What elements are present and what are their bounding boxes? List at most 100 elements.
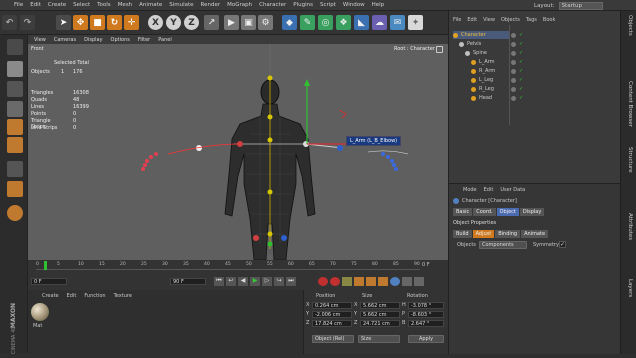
rotation-field[interactable]: 2.647 ° <box>408 320 444 327</box>
size-mode-dropdown[interactable]: Size <box>358 335 400 343</box>
menu-item-mograph[interactable]: MoGraph <box>227 2 252 8</box>
material-menu-texture[interactable]: Texture <box>114 293 132 299</box>
subtab-build[interactable]: Build <box>453 230 472 238</box>
enabled-check-icon[interactable]: ✓ <box>519 76 523 84</box>
attr-menu-user-data[interactable]: User Data <box>500 187 525 193</box>
visibility-dots-icon[interactable] <box>511 86 516 92</box>
menu-item-simulate[interactable]: Simulate <box>169 2 193 8</box>
enabled-check-icon[interactable]: ✓ <box>519 85 523 93</box>
key-rotation-icon[interactable] <box>378 277 388 286</box>
nurbs-icon[interactable]: ◎ <box>318 15 333 30</box>
prev-frame-icon[interactable]: ◀ <box>238 277 248 286</box>
menu-item-select[interactable]: Select <box>73 2 90 8</box>
size-field[interactable]: 5.662 cm <box>360 302 400 309</box>
key-param-icon[interactable] <box>390 277 400 286</box>
subtab-binding[interactable]: Binding <box>495 230 521 238</box>
model-mode-icon[interactable] <box>7 61 23 77</box>
tab-object[interactable]: Object <box>496 208 519 216</box>
enabled-check-icon[interactable]: ✓ <box>519 67 523 75</box>
tab-display[interactable]: Display <box>519 208 545 216</box>
next-key-icon[interactable]: ↪ <box>274 277 284 286</box>
menu-item-create[interactable]: Create <box>48 2 66 8</box>
sidebar-tab-structure[interactable]: Structure <box>627 147 633 173</box>
keyframe-selection-icon[interactable] <box>342 277 352 286</box>
make-editable-icon[interactable] <box>7 39 23 55</box>
undo-icon[interactable]: ↶ <box>2 15 17 30</box>
viewport-menu-options[interactable]: Options <box>111 37 130 43</box>
subtab-adjust[interactable]: Adjust <box>472 230 495 238</box>
key-position-icon[interactable] <box>354 277 364 286</box>
menu-item-tools[interactable]: Tools <box>97 2 111 8</box>
playhead[interactable] <box>44 261 47 270</box>
enabled-check-icon[interactable]: ✓ <box>519 40 523 48</box>
render-region-icon[interactable]: ▣ <box>241 15 256 30</box>
attr-menu-mode[interactable]: Mode <box>463 187 477 193</box>
object-menu-edit[interactable]: Edit <box>467 17 477 23</box>
position-field[interactable]: 0.264 cm <box>312 302 352 309</box>
light-icon[interactable]: ✦ <box>408 15 423 30</box>
subtab-animate[interactable]: Animate <box>521 230 549 238</box>
menu-item-file[interactable]: File <box>14 2 23 8</box>
coord-mode-dropdown[interactable]: Object (Rel) <box>312 335 354 343</box>
key-pla-icon[interactable] <box>402 277 412 286</box>
camera-icon[interactable]: ✉ <box>390 15 405 30</box>
menu-item-mesh[interactable]: Mesh <box>118 2 132 8</box>
redo-icon[interactable]: ↷ <box>20 15 35 30</box>
menu-item-window[interactable]: Window <box>343 2 365 8</box>
menu-item-animate[interactable]: Animate <box>139 2 162 8</box>
tree-item[interactable]: L_Arm ✓ <box>453 58 523 66</box>
enabled-check-icon[interactable]: ✓ <box>519 58 523 66</box>
render-view-icon[interactable]: ▶ <box>224 15 239 30</box>
start-frame-field[interactable]: 0 F <box>31 278 67 285</box>
key-scale-icon[interactable] <box>366 277 376 286</box>
objects-dropdown[interactable]: Components <box>479 241 527 249</box>
coord-system-icon[interactable]: ↗ <box>204 15 219 30</box>
record-icon[interactable] <box>318 277 328 286</box>
viewport-menu-cameras[interactable]: Cameras <box>54 37 76 43</box>
render-settings-icon[interactable]: ⚙ <box>258 15 273 30</box>
axis-y-icon[interactable]: Y <box>166 15 181 30</box>
size-field[interactable]: 5.662 cm <box>360 311 400 318</box>
apply-button[interactable]: Apply <box>408 335 444 343</box>
tree-item[interactable]: Spine ✓ <box>453 49 523 57</box>
axis-x-icon[interactable]: X <box>148 15 163 30</box>
object-menu-tags[interactable]: Tags <box>526 17 537 23</box>
visibility-dots-icon[interactable] <box>511 50 516 56</box>
menu-item-render[interactable]: Render <box>201 2 221 8</box>
move-icon[interactable]: ✥ <box>73 15 88 30</box>
menu-item-help[interactable]: Help <box>372 2 385 8</box>
select-arrow-icon[interactable]: ➤ <box>56 15 71 30</box>
menu-item-edit[interactable]: Edit <box>30 2 41 8</box>
deformer-icon[interactable]: ◣ <box>354 15 369 30</box>
visibility-dots-icon[interactable] <box>511 77 516 83</box>
polygons-mode-icon[interactable] <box>7 137 23 153</box>
tab-coord[interactable]: Coord. <box>473 208 496 216</box>
object-menu-objects[interactable]: Objects <box>501 17 520 23</box>
go-end-icon[interactable]: ⏭ <box>286 277 296 286</box>
end-frame-field[interactable]: 90 F <box>170 278 206 285</box>
visibility-dots-icon[interactable] <box>511 41 516 47</box>
tree-item[interactable]: R_Arm ✓ <box>453 67 523 75</box>
position-field[interactable]: 17.824 cm <box>312 320 352 327</box>
attr-menu-edit[interactable]: Edit <box>484 187 494 193</box>
viewport-menu-panel[interactable]: Panel <box>158 37 172 43</box>
tree-item[interactable]: L_Leg ✓ <box>453 76 523 84</box>
menu-item-script[interactable]: Script <box>320 2 336 8</box>
layout-dropdown[interactable]: Startup <box>558 2 603 10</box>
menu-item-plugins[interactable]: Plugins <box>293 2 313 8</box>
rotation-field[interactable]: -3.078 ° <box>408 302 444 309</box>
cube-icon[interactable]: ◆ <box>282 15 297 30</box>
tree-item[interactable]: Character ✓ <box>453 31 523 39</box>
rotate-icon[interactable]: ↻ <box>107 15 122 30</box>
visibility-dots-icon[interactable] <box>511 95 516 101</box>
snap-magnet-icon[interactable] <box>7 205 23 221</box>
enabled-check-icon[interactable]: ✓ <box>519 49 523 57</box>
visibility-dots-icon[interactable] <box>511 32 516 38</box>
object-menu-view[interactable]: View <box>483 17 495 23</box>
enabled-check-icon[interactable]: ✓ <box>519 31 523 39</box>
tab-basic[interactable]: Basic <box>453 208 473 216</box>
axis-mode-icon[interactable] <box>7 161 23 177</box>
go-start-icon[interactable]: ⏮ <box>214 277 224 286</box>
points-mode-icon[interactable] <box>7 101 23 117</box>
texture-mode-icon[interactable] <box>7 81 23 97</box>
